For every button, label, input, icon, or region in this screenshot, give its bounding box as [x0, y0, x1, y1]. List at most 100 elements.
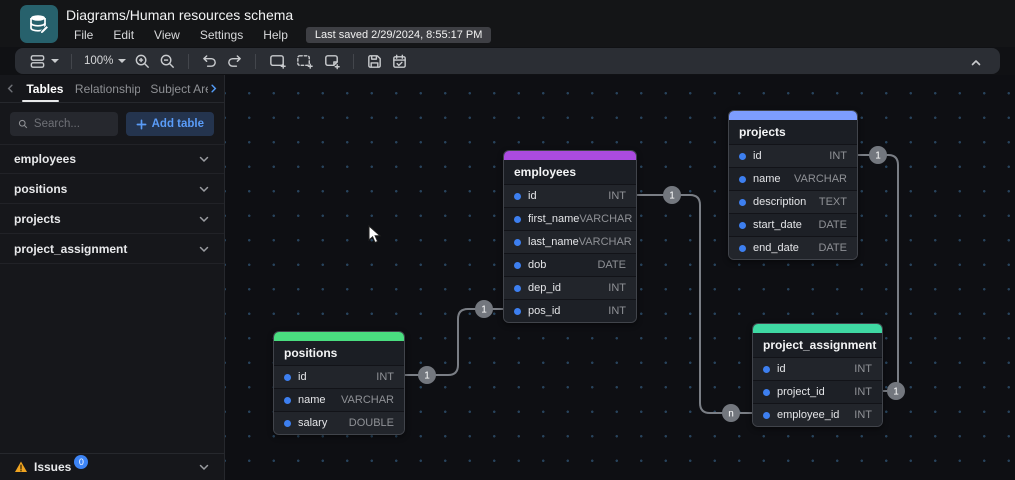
- table-node-employees[interactable]: employees id INT first_name VARCHAR last…: [503, 150, 637, 323]
- zoom-level-dropdown[interactable]: 100%: [80, 50, 130, 72]
- field-name: last_name: [514, 236, 579, 248]
- collapse-header-button[interactable]: [964, 52, 988, 74]
- field-handle-icon[interactable]: [763, 365, 770, 373]
- table-accordion-label: project_assignment: [14, 241, 128, 256]
- sidebar-item-project-assignment[interactable]: project_assignment: [0, 234, 224, 264]
- sidebar-tabs: Tables Relationships Subject Are: [0, 75, 224, 103]
- menu-view[interactable]: View: [146, 27, 188, 43]
- menu-help[interactable]: Help: [255, 27, 296, 43]
- field-row[interactable]: first_name VARCHAR: [504, 207, 636, 230]
- field-handle-icon[interactable]: [739, 221, 746, 229]
- redo-button[interactable]: [222, 50, 247, 72]
- toolbar-divider: [188, 53, 190, 69]
- menu-settings[interactable]: Settings: [192, 27, 251, 43]
- add-table-icon: [270, 54, 287, 69]
- field-handle-icon[interactable]: [514, 307, 521, 315]
- add-table-button[interactable]: Add table: [125, 112, 214, 136]
- field-row[interactable]: name VARCHAR: [274, 388, 404, 411]
- menubar: File Edit View Settings Help Last saved …: [66, 27, 492, 43]
- field-type: DOUBLE: [348, 417, 394, 429]
- tab-subject-areas[interactable]: Subject Are: [140, 75, 207, 102]
- field-handle-icon[interactable]: [763, 388, 770, 396]
- field-row[interactable]: employee_id INT: [753, 403, 882, 426]
- sidebar: Tables Relationships Subject Are Add tab…: [0, 75, 225, 480]
- field-handle-icon[interactable]: [739, 244, 746, 252]
- chevron-down-icon: [199, 156, 209, 163]
- field-row[interactable]: id INT: [753, 357, 882, 380]
- tab-tables[interactable]: Tables: [16, 75, 65, 102]
- field-row[interactable]: id INT: [504, 184, 636, 207]
- table-color-strip: [504, 151, 636, 160]
- search-input[interactable]: [33, 118, 110, 130]
- document-title[interactable]: Diagrams/Human resources schema: [66, 7, 293, 23]
- field-handle-icon[interactable]: [739, 175, 746, 183]
- field-type: VARCHAR: [578, 236, 632, 248]
- field-row[interactable]: pos_id INT: [504, 299, 636, 322]
- menu-file[interactable]: File: [66, 27, 101, 43]
- add-note-toolbar-button[interactable]: [318, 50, 345, 72]
- add-table-toolbar-button[interactable]: [264, 50, 291, 72]
- save-button[interactable]: [362, 50, 387, 72]
- field-type: DATE: [597, 259, 626, 271]
- field-name: salary: [284, 417, 327, 429]
- field-handle-icon[interactable]: [514, 215, 521, 223]
- field-type: DATE: [818, 219, 847, 231]
- save-icon: [368, 54, 382, 68]
- field-name: id: [514, 190, 537, 202]
- toolbar-divider: [255, 53, 257, 69]
- zoom-out-button[interactable]: [155, 50, 180, 72]
- table-color-strip: [274, 332, 404, 341]
- field-row[interactable]: end_date DATE: [729, 236, 857, 259]
- field-row[interactable]: dob DATE: [504, 253, 636, 276]
- field-handle-icon[interactable]: [514, 192, 521, 200]
- tab-relationships[interactable]: Relationships: [65, 75, 140, 102]
- field-row[interactable]: name VARCHAR: [729, 167, 857, 190]
- field-type: VARCHAR: [341, 394, 394, 406]
- search-box[interactable]: [10, 112, 118, 136]
- field-handle-icon[interactable]: [739, 198, 746, 206]
- chevron-down-icon: [199, 464, 209, 471]
- field-row[interactable]: last_name VARCHAR: [504, 230, 636, 253]
- plus-icon: [136, 119, 147, 129]
- sidebar-item-positions[interactable]: positions: [0, 174, 224, 204]
- table-node-project-assignment[interactable]: project_assignment id INT project_id INT…: [752, 323, 883, 427]
- field-handle-icon[interactable]: [284, 373, 291, 381]
- table-node-positions[interactable]: positions id INT name VARCHAR salary DOU…: [273, 331, 405, 435]
- tabs-scroll-right[interactable]: [208, 75, 220, 102]
- table-node-projects[interactable]: projects id INT name VARCHAR description…: [728, 110, 858, 260]
- field-type: INT: [829, 150, 847, 162]
- field-handle-icon[interactable]: [514, 284, 521, 292]
- sidebar-item-projects[interactable]: projects: [0, 204, 224, 234]
- issues-panel-toggle[interactable]: Issues 0: [0, 453, 224, 480]
- add-area-toolbar-button[interactable]: [291, 50, 318, 72]
- field-handle-icon[interactable]: [739, 152, 746, 160]
- field-handle-icon[interactable]: [284, 396, 291, 404]
- svg-text:1: 1: [481, 305, 487, 316]
- todo-button[interactable]: [387, 50, 412, 72]
- toolbar-divider: [71, 53, 72, 69]
- tabs-scroll-left[interactable]: [4, 75, 16, 102]
- database-pencil-icon: [30, 15, 50, 35]
- field-handle-icon[interactable]: [763, 411, 770, 419]
- field-handle-icon[interactable]: [514, 261, 521, 269]
- field-row[interactable]: description TEXT: [729, 190, 857, 213]
- table-title: projects: [729, 120, 857, 144]
- diagram-canvas[interactable]: 1 1 1 n 1 1 employees id INT first_name …: [225, 75, 1015, 480]
- field-row[interactable]: id INT: [729, 144, 857, 167]
- zoom-in-button[interactable]: [130, 50, 155, 72]
- add-table-label: Add table: [151, 118, 204, 130]
- chevron-down-icon: [199, 246, 209, 252]
- field-row[interactable]: project_id INT: [753, 380, 882, 403]
- undo-button[interactable]: [197, 50, 222, 72]
- field-row[interactable]: salary DOUBLE: [274, 411, 404, 434]
- field-row[interactable]: id INT: [274, 365, 404, 388]
- table-color-strip: [753, 324, 882, 333]
- menu-edit[interactable]: Edit: [105, 27, 142, 43]
- app-logo[interactable]: [20, 5, 58, 43]
- field-row[interactable]: start_date DATE: [729, 213, 857, 236]
- sidebar-item-employees[interactable]: employees: [0, 144, 224, 174]
- field-handle-icon[interactable]: [514, 238, 521, 246]
- diagram-mode-button[interactable]: [25, 50, 63, 72]
- field-row[interactable]: dep_id INT: [504, 276, 636, 299]
- field-handle-icon[interactable]: [284, 419, 291, 427]
